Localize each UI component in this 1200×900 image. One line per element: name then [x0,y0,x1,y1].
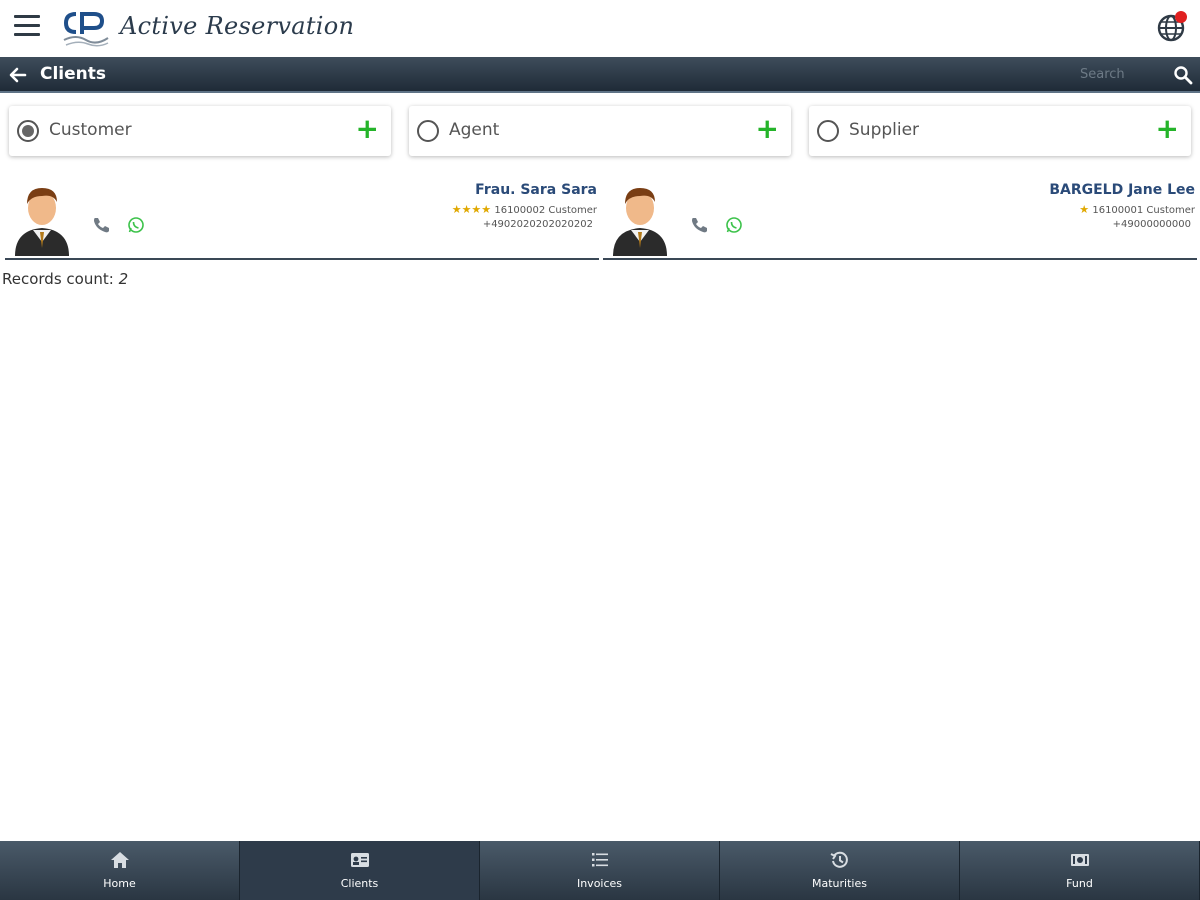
top-app-bar: Active Reservation [0,0,1200,57]
client-meta: ★★★★ 16100002 Customer [452,203,597,216]
records-count-value: 2 [118,270,129,288]
nav-clients[interactable]: Clients [240,841,480,900]
client-meta: ★ 16100001 Customer [1079,203,1195,216]
filter-agent[interactable]: Agent + [409,106,791,156]
search-icon[interactable] [1173,65,1193,85]
page-header-bar: Clients [0,57,1200,93]
supplier-radio[interactable] [817,120,839,142]
hamburger-menu-icon[interactable] [14,15,40,39]
app-logo [63,12,109,47]
nav-label: Fund [1066,877,1093,890]
nav-fund[interactable]: Fund [960,841,1200,900]
rating-stars: ★ [1079,203,1090,216]
add-agent-button[interactable]: + [756,112,779,146]
rating-stars: ★★★★ [451,203,492,216]
bottom-navigation: Home Clients Invoices Maturities Fund [0,841,1200,900]
history-icon [830,851,848,868]
client-name: Frau. Sara Sara [475,182,597,198]
add-customer-button[interactable]: + [356,112,379,146]
filter-supplier[interactable]: Supplier + [809,106,1191,156]
client-id-type: 16100002 Customer [494,205,597,216]
add-supplier-button[interactable]: + [1156,112,1179,146]
avatar [613,188,667,256]
nav-maturities[interactable]: Maturities [720,841,960,900]
client-name: BARGELD Jane Lee [1049,182,1195,198]
client-phone: +49000000000 [1112,219,1191,230]
records-label: Records count: [2,270,114,288]
whatsapp-icon[interactable] [127,216,145,234]
nav-invoices[interactable]: Invoices [480,841,720,900]
filter-label: Customer [49,120,132,140]
filter-customer[interactable]: Customer + [9,106,391,156]
client-phone: +4902020202020202 [482,219,593,230]
nav-label: Maturities [812,877,867,890]
nav-label: Home [103,877,136,890]
list-icon [591,853,608,867]
home-icon [110,852,129,868]
phone-icon[interactable] [91,215,111,235]
client-card[interactable]: Frau. Sara Sara ★★★★ 16100002 Customer +… [5,178,599,260]
avatar [15,188,69,256]
client-card[interactable]: BARGELD Jane Lee ★ 16100001 Customer +49… [603,178,1197,260]
app-title: Active Reservation [120,12,355,40]
nav-home[interactable]: Home [0,841,240,900]
nav-label: Clients [340,877,379,890]
search-input[interactable] [1080,63,1160,85]
agent-radio[interactable] [417,120,439,142]
phone-icon[interactable] [689,215,709,235]
money-icon [1070,854,1089,866]
nav-label: Invoices [576,877,623,890]
back-arrow-icon[interactable] [8,65,28,85]
filter-label: Agent [449,120,500,140]
page-title: Clients [40,64,107,84]
records-count: Records count: 2 [2,270,128,288]
whatsapp-icon[interactable] [725,216,743,234]
notification-badge [1175,11,1187,23]
id-card-icon [350,853,369,867]
customer-radio[interactable] [17,120,39,142]
client-id-type: 16100001 Customer [1092,205,1195,216]
filter-label: Supplier [849,120,920,140]
